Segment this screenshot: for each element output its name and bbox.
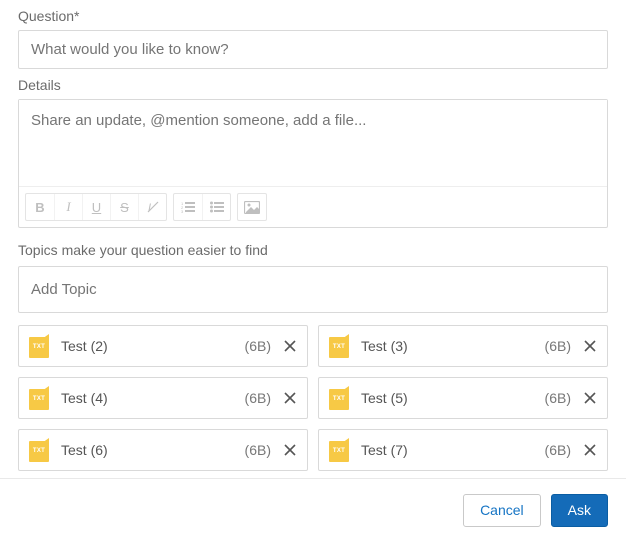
attachment-size: (6B) xyxy=(545,442,571,458)
underline-button[interactable]: U xyxy=(82,194,110,220)
attachment-size: (6B) xyxy=(245,338,271,354)
file-icon: TXT xyxy=(329,334,349,358)
attachment-chip: TXT Test (3)(6B) xyxy=(318,325,608,367)
cancel-button[interactable]: Cancel xyxy=(463,494,541,527)
remove-attachment-button[interactable] xyxy=(281,389,299,407)
attachment-grid: TXTTest (2)(6B)TXTTest (3)(6B)TXTTest (4… xyxy=(18,325,608,471)
ask-button[interactable]: Ask xyxy=(551,494,608,527)
remove-attachment-button[interactable] xyxy=(581,389,599,407)
svg-text:3: 3 xyxy=(181,209,184,213)
attachment-name: Test (6) xyxy=(61,442,245,458)
attachment-name: Test (7) xyxy=(361,442,545,458)
remove-attachment-button[interactable] xyxy=(281,441,299,459)
remove-attachment-button[interactable] xyxy=(581,337,599,355)
italic-button[interactable]: I xyxy=(54,194,82,220)
dialog-footer: Cancel Ask xyxy=(0,478,626,542)
topic-input[interactable] xyxy=(18,266,608,313)
file-icon: TXT xyxy=(329,386,349,410)
strikethrough-button[interactable]: S xyxy=(110,194,138,220)
attachment-name: Test (4) xyxy=(61,390,245,406)
modal-outer-scrollbar[interactable] xyxy=(626,0,643,542)
attachment-size: (6B) xyxy=(245,442,271,458)
bold-button[interactable]: B xyxy=(26,194,54,220)
details-textarea[interactable] xyxy=(19,100,607,186)
attachment-size: (6B) xyxy=(545,390,571,406)
attachment-name: Test (3) xyxy=(361,338,545,354)
question-input[interactable] xyxy=(18,30,608,69)
editor-toolbar: B I U S I 123 xyxy=(19,186,607,227)
attachment-size: (6B) xyxy=(545,338,571,354)
remove-attachment-button[interactable] xyxy=(281,337,299,355)
ordered-list-button[interactable]: 123 xyxy=(174,194,202,220)
insert-image-button[interactable] xyxy=(238,194,266,220)
details-label: Details xyxy=(18,77,608,93)
attachment-chip: TXT Test (4)(6B) xyxy=(18,377,308,419)
clear-formatting-button[interactable]: I xyxy=(138,194,166,220)
file-icon: TXT xyxy=(329,438,349,462)
attachment-chip: TXT Test (6)(6B) xyxy=(18,429,308,471)
attachment-name: Test (2) xyxy=(61,338,245,354)
question-label: Question* xyxy=(18,8,608,24)
attachment-chip: TXT Test (2)(6B) xyxy=(18,325,308,367)
ask-question-dialog: Question* Details B I U S I xyxy=(0,0,643,542)
remove-attachment-button[interactable] xyxy=(581,441,599,459)
attachment-chip: TXT Test (7)(6B) xyxy=(318,429,608,471)
unordered-list-button[interactable] xyxy=(202,194,230,220)
attachment-chip: TXT Test (5)(6B) xyxy=(318,377,608,419)
details-editor: B I U S I 123 xyxy=(18,99,608,228)
attachment-name: Test (5) xyxy=(361,390,545,406)
attachment-size: (6B) xyxy=(245,390,271,406)
file-icon: TXT xyxy=(29,438,49,462)
dialog-body-scroll[interactable]: Question* Details B I U S I xyxy=(0,0,626,478)
file-icon: TXT xyxy=(29,334,49,358)
file-icon: TXT xyxy=(29,386,49,410)
topics-help-text: Topics make your question easier to find xyxy=(18,242,608,258)
